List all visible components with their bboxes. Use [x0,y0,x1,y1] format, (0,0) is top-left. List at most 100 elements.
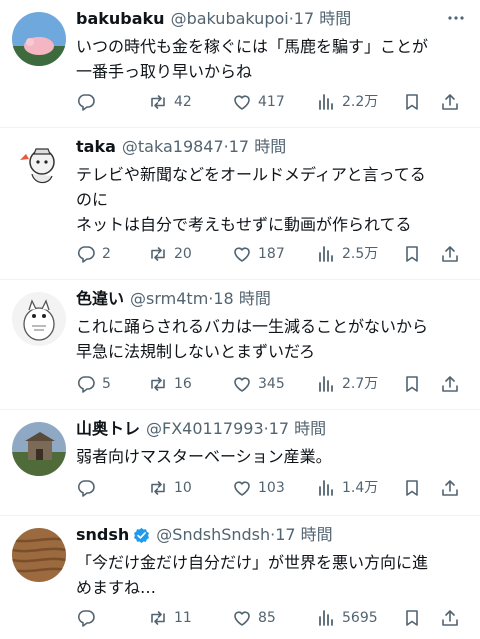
bookmark-icon [402,92,422,112]
reply-icon [76,244,96,264]
timestamp[interactable]: ·17 時間 [224,136,287,158]
reply-icon [76,92,96,112]
bookmark-icon [402,244,422,264]
user-handle[interactable]: @taka19847 [122,136,224,158]
bookmark-button[interactable] [402,476,440,500]
like-button[interactable]: 345 [232,372,316,396]
reply-button[interactable] [76,476,148,500]
tweet[interactable]: 山奥トレ @FX40117993 ·17 時間 弱者向けマスターベーション産業。… [0,410,480,516]
like-count: 85 [258,610,276,626]
view-count: 1.4万 [342,480,379,496]
display-name[interactable]: taka [76,136,116,158]
views-button[interactable]: 2.2万 [316,90,402,114]
action-bar: 42 417 2.2万 [76,90,470,114]
tweet-header: sndsh @SndshSndsh ·17 時間 [76,524,466,546]
reply-icon [76,374,96,394]
retweet-count: 11 [174,610,192,626]
retweet-icon [148,374,168,394]
timestamp[interactable]: ·17 時間 [264,418,327,440]
share-button[interactable] [440,606,462,630]
like-button[interactable]: 85 [232,606,316,630]
reply-count: 2 [102,246,111,262]
tweet-text: テレビや新聞などをオールドメディアと言ってる のに ネットは自分で考えもせずに動… [76,165,426,234]
bookmark-icon [402,374,422,394]
like-count: 345 [258,376,285,392]
retweet-button[interactable]: 11 [148,606,232,630]
view-count: 2.7万 [342,376,379,392]
more-icon[interactable] [446,8,466,28]
user-handle[interactable]: @FX40117993 [146,418,264,440]
bookmark-icon [402,608,422,628]
share-icon [440,608,460,628]
like-button[interactable]: 187 [232,242,316,266]
heart-icon [232,92,252,112]
tweet-text: 弱者向けマスターベーション産業。 [76,447,332,466]
views-icon [316,478,336,498]
views-icon [316,608,336,628]
display-name[interactable]: sndsh [76,524,129,546]
retweet-count: 10 [174,480,192,496]
avatar[interactable] [12,140,66,194]
reply-button[interactable] [76,606,148,630]
views-button[interactable]: 5695 [316,606,402,630]
tweet[interactable]: 色違い @srm4tm ·18 時間 これに踊らされるバカは一生減ることがないか… [0,280,480,410]
bookmark-button[interactable] [402,372,440,396]
heart-icon [232,374,252,394]
share-button[interactable] [440,242,462,266]
retweet-button[interactable]: 10 [148,476,232,500]
avatar[interactable] [12,12,66,66]
view-count: 2.2万 [342,94,379,110]
tweet[interactable]: sndsh @SndshSndsh ·17 時間 「今だけ金だけ自分だけ」が世界… [0,516,480,639]
display-name[interactable]: 山奥トレ [76,418,140,440]
user-handle[interactable]: @srm4tm [130,288,208,310]
avatar[interactable] [12,292,66,346]
heart-icon [232,608,252,628]
reply-button[interactable] [76,90,148,114]
tweet[interactable]: bakubaku @bakubakupoi ·17 時間 いつの時代も金を稼ぐに… [0,0,480,128]
views-icon [316,92,336,112]
display-name[interactable]: bakubaku [76,8,165,30]
reply-button[interactable]: 5 [76,372,148,396]
user-handle[interactable]: @SndshSndsh [156,524,270,546]
like-button[interactable]: 103 [232,476,316,500]
avatar[interactable] [12,422,66,476]
retweet-button[interactable]: 20 [148,242,232,266]
tweet-header: taka @taka19847 ·17 時間 [76,136,466,158]
retweet-icon [148,92,168,112]
heart-icon [232,478,252,498]
reply-count: 5 [102,376,111,392]
user-handle[interactable]: @bakubakupoi [171,8,289,30]
display-name[interactable]: 色違い [76,288,124,310]
view-count: 5695 [342,610,378,626]
like-count: 417 [258,94,285,110]
reply-button[interactable]: 2 [76,242,148,266]
reply-feed: bakubaku @bakubakupoi ·17 時間 いつの時代も金を稼ぐに… [0,0,480,639]
retweet-button[interactable]: 42 [148,90,232,114]
share-button[interactable] [440,90,462,114]
share-button[interactable] [440,372,462,396]
like-button[interactable]: 417 [232,90,316,114]
verified-badge-icon [133,527,150,544]
share-icon [440,244,460,264]
reply-icon [76,478,96,498]
timestamp[interactable]: ·17 時間 [270,524,333,546]
views-button[interactable]: 2.5万 [316,242,402,266]
tweet[interactable]: taka @taka19847 ·17 時間 テレビや新聞などをオールドメディア… [0,128,480,280]
bookmark-button[interactable] [402,90,440,114]
bookmark-button[interactable] [402,606,440,630]
retweet-icon [148,478,168,498]
bookmark-button[interactable] [402,242,440,266]
share-button[interactable] [440,476,462,500]
timestamp[interactable]: ·18 時間 [208,288,271,310]
views-button[interactable]: 2.7万 [316,372,402,396]
avatar[interactable] [12,528,66,582]
views-icon [316,374,336,394]
share-icon [440,92,460,112]
heart-icon [232,244,252,264]
tweet-text: 「今だけ金だけ自分だけ」が世界を悪い方向に進 めますね… [76,553,429,597]
views-button[interactable]: 1.4万 [316,476,402,500]
timestamp[interactable]: ·17 時間 [289,8,352,30]
retweet-button[interactable]: 16 [148,372,232,396]
tweet-header: 色違い @srm4tm ·18 時間 [76,288,466,310]
retweet-icon [148,244,168,264]
